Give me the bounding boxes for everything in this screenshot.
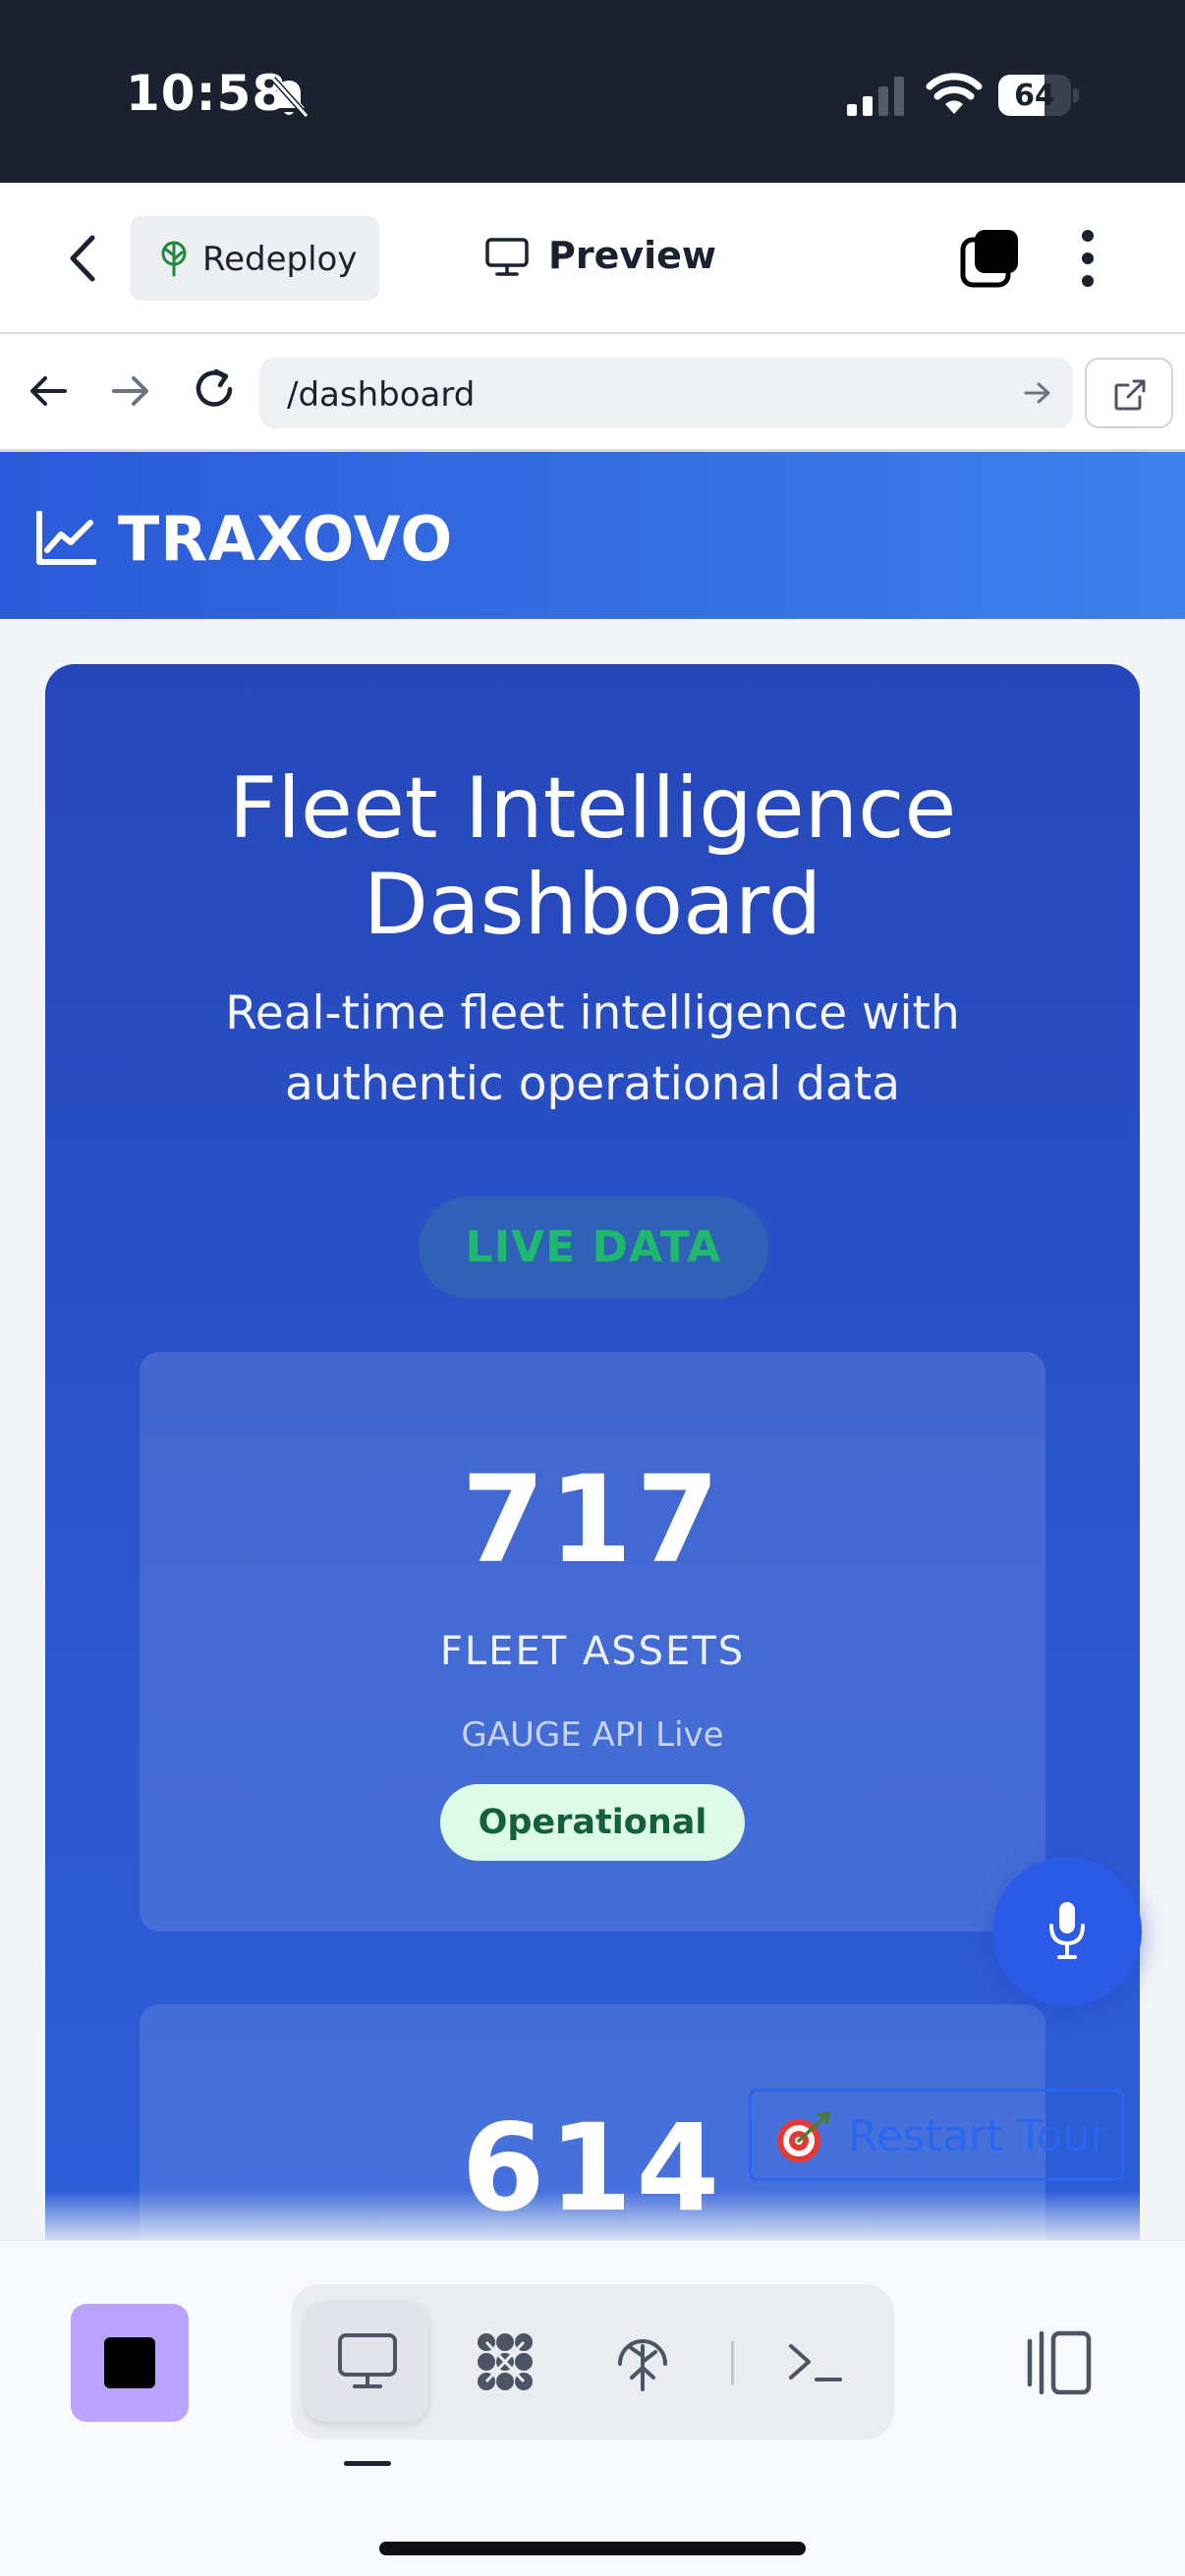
chart-line-icon (36, 511, 96, 565)
signal-icon (847, 77, 904, 116)
home-indicator (379, 2542, 806, 2555)
redeploy-button[interactable]: Redeploy (130, 216, 379, 301)
more-vertical-icon[interactable] (1079, 226, 1097, 291)
live-data-label: LIVE DATA (465, 1222, 722, 1272)
app-header: Redeploy Preview (0, 183, 1185, 334)
stop-button[interactable] (71, 2304, 189, 2422)
target-icon (777, 2111, 830, 2162)
toolbar-divider (731, 2341, 734, 2384)
url-input[interactable]: /dashboard (259, 358, 1073, 428)
active-tab-indicator (344, 2461, 391, 2466)
bell-slash-icon (270, 76, 310, 119)
monitor-icon (485, 238, 529, 276)
tab-deployments[interactable] (580, 2302, 704, 2422)
terminal-icon (789, 2344, 842, 2381)
deploy-icon (618, 2339, 667, 2391)
deploy-tree-icon (161, 241, 187, 277)
url-bar-row: /dashboard (0, 334, 1185, 452)
tab-workflows[interactable] (442, 2302, 566, 2422)
panel-icon[interactable] (1012, 2320, 1100, 2408)
stat-card-fleet-assets: 717 FLEET ASSETS GAUGE API Live Operatio… (140, 1352, 1045, 1932)
stat-label: FLEET ASSETS (439, 1629, 746, 1674)
url-text: /dashboard (287, 375, 476, 415)
page-title: Fleet Intelligence Dashboard (228, 759, 957, 954)
stop-icon (104, 2337, 155, 2388)
reload-icon[interactable] (191, 365, 238, 413)
brand-name[interactable]: TRAXOVO (118, 503, 453, 575)
restart-tour-label: Restart Tour (848, 2111, 1108, 2161)
stat-source: GAUGE API Live (461, 1715, 724, 1755)
back-chevron-icon[interactable] (57, 226, 106, 291)
external-link-icon (1114, 379, 1146, 411)
status-badge-label: Operational (478, 1803, 707, 1842)
restart-tour-button[interactable]: Restart Tour (749, 2089, 1124, 2181)
voice-button[interactable] (992, 1857, 1142, 2006)
tabs-icon[interactable] (959, 228, 1022, 291)
tab-shell[interactable] (753, 2302, 876, 2422)
status-time: 10:58 (126, 65, 288, 122)
arrow-left-icon[interactable] (28, 369, 71, 413)
desktop-icon (338, 2333, 397, 2388)
preview-label: Preview (548, 234, 717, 277)
battery-percent: 64 (1014, 79, 1055, 113)
page-subtitle: Real-time fleet intelligence with authen… (225, 986, 960, 1111)
app-brand-header: TRAXOVO (0, 452, 1185, 619)
battery-icon: 64 (998, 75, 1079, 116)
arrow-right-icon[interactable] (108, 369, 151, 413)
status-bar: 10:58 64 (0, 0, 1185, 183)
microphone-icon (1049, 1902, 1085, 1959)
stat-value: 717 (461, 1450, 724, 1590)
tab-preview[interactable] (305, 2302, 428, 2422)
bottom-toolbar (0, 2240, 1185, 2576)
hero-section: Fleet Intelligence Dashboard Real-time f… (45, 664, 1140, 2240)
scroll-fade (0, 2191, 1185, 2240)
wifi-icon (926, 73, 983, 114)
workflows-icon (478, 2333, 533, 2390)
status-badge: Operational (440, 1784, 745, 1861)
live-data-badge: LIVE DATA (419, 1197, 768, 1299)
dashboard-page: Fleet Intelligence Dashboard Real-time f… (0, 619, 1185, 2240)
redeploy-label: Redeploy (202, 240, 358, 279)
go-arrow-icon[interactable] (1024, 381, 1051, 405)
open-external-button[interactable] (1085, 358, 1173, 428)
tool-switcher (291, 2284, 894, 2439)
